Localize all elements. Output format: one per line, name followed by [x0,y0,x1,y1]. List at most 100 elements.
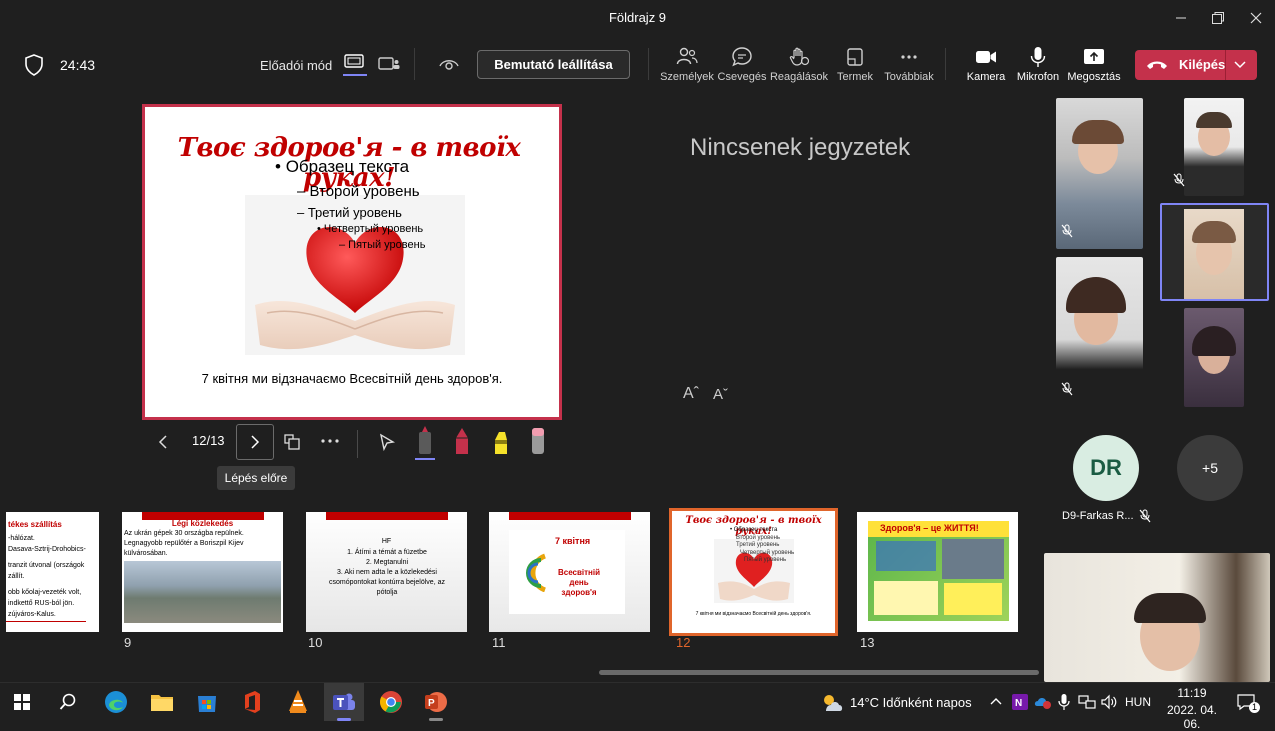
network-ethernet-icon[interactable] [1078,694,1096,710]
toolbar-camera-label: Kamera [966,71,1006,83]
next-slide-button[interactable] [236,424,274,460]
toolbar-share-button[interactable]: Megosztás [1065,46,1123,83]
toolbar-more-button[interactable]: Továbbiak [880,46,938,83]
pen-black-icon[interactable] [414,426,436,462]
edge-browser-icon[interactable] [104,690,128,714]
highlighter-icon[interactable] [490,426,512,456]
slide-counter: 12/13 [192,433,225,448]
slide-level-5: – Пятый уровень [339,239,426,251]
office-icon[interactable] [242,690,262,714]
toolbar-reactions-button[interactable]: Reagálások [769,46,829,83]
slide-level-3: – Третий уровень [297,205,402,220]
slide-level-4: • Четвертый уровень [317,223,424,235]
slide-thumbnail-9[interactable]: Légi közlekedés Az ukrán gépek 30 ország… [122,512,283,632]
weather-text[interactable]: 14°C Időnként napos [850,695,972,710]
more-participants-button[interactable]: +5 [1177,435,1243,501]
slide-thumbnail-13[interactable]: Здоров'я – це ЖИТТЯ! [857,512,1018,632]
clock-date[interactable]: 2022. 04. 06. [1160,703,1224,731]
slide-thumbnail-12-active[interactable]: Твоє здоров'я - в твоїх руках! • Образец… [669,508,838,636]
thumbnail-title: HF [381,538,392,545]
maximize-button[interactable] [1203,6,1233,30]
onenote-icon[interactable]: N [1012,694,1028,710]
windows-start-icon[interactable] [14,694,30,710]
file-explorer-icon[interactable] [150,691,174,713]
muted-microphone-icon [1061,382,1073,396]
share-icon [1084,49,1104,64]
svg-text:P: P [428,698,435,709]
participant-video-3[interactable] [1056,257,1143,407]
participant-name: D9-Farkas R... [1062,510,1134,522]
search-icon[interactable] [59,693,77,711]
thumbnail-number-13: 13 [860,635,875,650]
participant-video-1[interactable] [1056,98,1143,249]
close-window-button[interactable] [1241,6,1271,30]
slide-thumbnail-10[interactable]: HF 1. Átími a témát a füzetbe 2. Megtanul… [306,512,467,632]
leave-button[interactable]: Kilépés [1135,50,1257,80]
increase-font-button[interactable]: Aˆ [683,385,699,403]
toolbar-chat-button[interactable]: Csevegés [713,46,771,83]
thumbnail-number-9: 9 [124,635,132,650]
participant-video-4[interactable] [1184,308,1244,407]
title-bar: Földrajz 9 [0,0,1275,36]
powerpoint-icon[interactable]: P [424,690,448,714]
toolbar-rooms-button[interactable]: Termek [826,46,884,83]
thumbnail-title: tékes szállítás [8,520,62,529]
toolbar-camera-button[interactable]: Kamera [957,46,1015,83]
slide-level-1: • Образец текста [275,157,410,176]
muted-microphone-icon [1139,509,1151,523]
volume-icon[interactable] [1100,694,1118,710]
shield-icon[interactable] [24,54,44,76]
toolbar-people-button[interactable]: Személyek [658,46,716,83]
side-by-side-mode-icon[interactable] [378,56,400,72]
thumbnail-scrollbar[interactable] [599,670,1039,675]
thumbnail-number-11: 11 [492,635,506,650]
pen-red-icon[interactable] [452,426,472,456]
hang-up-icon [1147,61,1167,69]
participant-video-active-speaker[interactable] [1160,203,1269,301]
standout-mode-icon [344,54,364,68]
onedrive-sync-icon[interactable] [1034,694,1052,710]
muted-microphone-icon [1061,224,1073,238]
slide-caption: 7 квітня ми відзначаємо Всесвітній день … [201,371,503,386]
tray-microphone-icon[interactable] [1057,693,1071,711]
slide-thumbnail-11[interactable]: 7 квітня Всесвітній день здоров'я [489,512,650,632]
meeting-timer: 24:43 [60,57,96,73]
weather-partly-sunny-icon [824,695,843,711]
windows-taskbar: P 14°C Időnként napos N HUN 11:19 2022. … [0,682,1275,731]
microsoft-store-icon[interactable] [196,690,218,714]
slide-thumbnail-8[interactable]: tékes szállítás -hálózat. Dasava-Sztrij-D… [6,512,99,632]
self-video-preview[interactable] [1044,553,1270,682]
svg-text:N: N [1015,698,1022,709]
world-health-day-graphic: 7 квітня Всесвітній день здоров'я [509,530,625,614]
more-options-icon[interactable] [320,434,340,448]
chevron-down-icon[interactable] [1234,60,1246,70]
private-view-eye-icon[interactable] [438,56,460,72]
presenter-mode-standout-button[interactable] [343,52,367,78]
decrease-font-button[interactable]: Aˇ [713,386,728,403]
clock-time[interactable]: 11:19 [1160,686,1224,700]
laser-pointer-icon[interactable] [378,433,396,451]
toolbar-microphone-button[interactable]: Mikrofon [1009,46,1067,83]
chevron-up-icon[interactable] [990,696,1002,706]
taskbar-teams-active[interactable] [324,683,364,721]
input-language[interactable]: HUN [1125,695,1151,709]
muted-microphone-icon [1173,173,1185,187]
toolbar-share-label: Megosztás [1067,71,1121,83]
health-life-graphic: Здоров'я – це ЖИТТЯ! [868,521,1009,621]
previous-slide-button[interactable] [156,434,170,450]
eraser-icon[interactable] [528,426,548,456]
slide-level-1-text: Образец текста [285,157,410,176]
minimize-button[interactable] [1166,6,1196,30]
current-slide: Твоє здоров'я - в твоїх руках! • Образец… [142,104,562,420]
chrome-icon[interactable] [379,690,403,714]
avatar[interactable]: DR [1073,435,1139,501]
stop-presenting-button[interactable]: Bemutató leállítása [477,50,630,79]
participant-video-2[interactable] [1184,98,1244,196]
close-icon [1250,12,1262,24]
camera-icon [976,51,996,63]
vlc-icon[interactable] [287,689,309,715]
toolbar-microphone-label: Mikrofon [1016,71,1060,83]
slide-grid-icon[interactable] [283,433,301,451]
window-title: Földrajz 9 [608,10,667,25]
thumbnail-title: Légi közlekedés [171,519,234,528]
